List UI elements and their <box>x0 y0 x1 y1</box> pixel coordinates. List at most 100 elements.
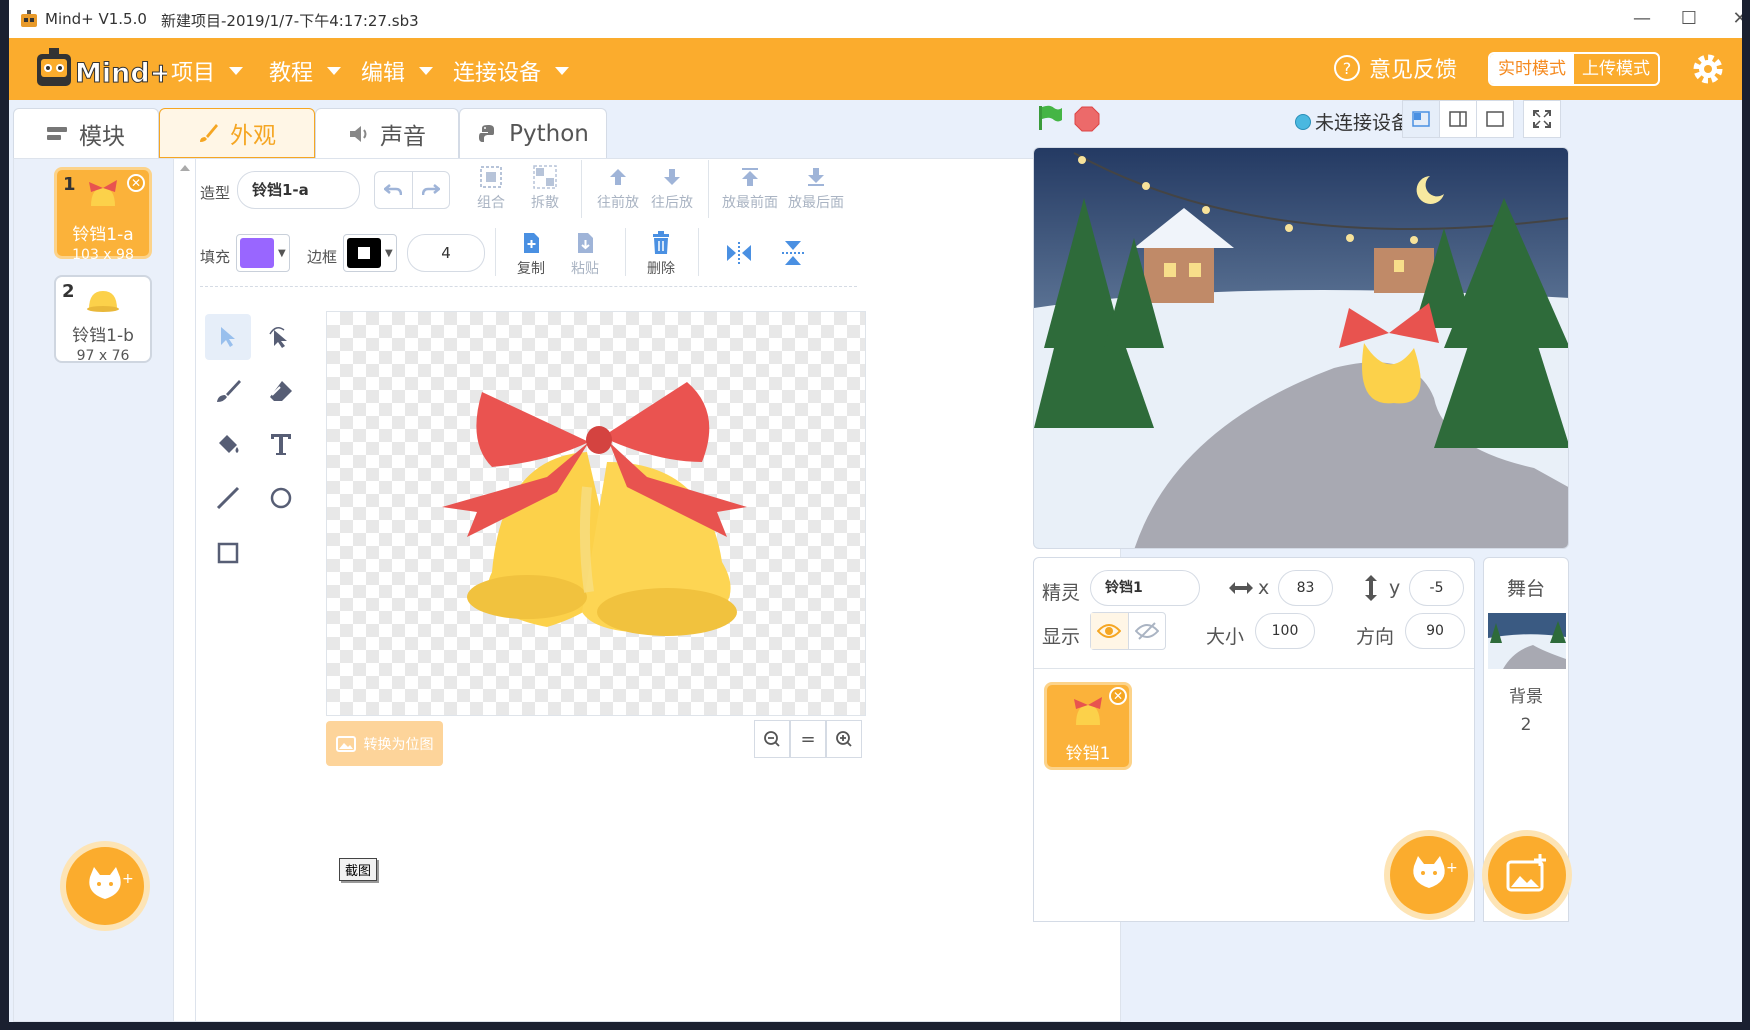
select-tool[interactable] <box>205 314 251 360</box>
undo-icon <box>384 184 403 196</box>
zoom-out-button[interactable] <box>754 720 790 758</box>
costume-name-input[interactable]: 铃铛1-a <box>237 171 360 209</box>
menu-connect-device[interactable]: 连接设备 <box>453 55 570 87</box>
delete-sprite-icon[interactable]: ✕ <box>1109 687 1127 705</box>
minimize-button[interactable]: — <box>1619 4 1665 34</box>
circle-tool[interactable] <box>258 475 304 521</box>
feedback-button[interactable]: ? 意见反馈 <box>1333 52 1457 84</box>
reshape-tool[interactable] <box>258 314 304 360</box>
circle-icon <box>270 487 292 509</box>
upload-mode-button[interactable]: 上传模式 <box>1574 54 1658 84</box>
backdrop-label: 背景 <box>1509 687 1543 707</box>
stage-title: 舞台 <box>1506 578 1545 600</box>
costume-list-scrollbar[interactable] <box>174 159 196 1021</box>
paste-button[interactable]: 粘贴 <box>555 228 615 278</box>
redo-button[interactable] <box>413 172 450 208</box>
show-sprite-button[interactable] <box>1091 613 1129 649</box>
costume-list: 1 ✕ 铃铛1-a 103 x 98 2 铃铛1-b 97 x 76 + <box>14 159 174 1021</box>
tab-python[interactable]: Python <box>459 108 607 158</box>
costume-item-1[interactable]: 1 ✕ 铃铛1-a 103 x 98 <box>54 167 152 263</box>
y-input[interactable]: -5 <box>1409 570 1464 606</box>
small-stage-button[interactable] <box>1402 100 1440 138</box>
paste-icon <box>578 233 593 253</box>
delete-button[interactable]: 删除 <box>631 228 691 278</box>
undo-redo-group <box>374 171 450 209</box>
vertical-arrows-icon <box>1365 575 1377 601</box>
scroll-up-icon[interactable] <box>179 165 190 171</box>
backdrop-count: 2 <box>1520 715 1532 735</box>
bring-to-front-button[interactable]: 放最前面 <box>716 162 784 212</box>
fill-tool[interactable] <box>205 421 251 467</box>
brush-tool[interactable] <box>205 368 251 414</box>
ungroup-button[interactable]: 拆散 <box>515 162 575 212</box>
outline-width-input[interactable]: 4 <box>407 234 485 272</box>
flip-horizontal-button[interactable] <box>725 239 753 267</box>
green-flag-icon[interactable] <box>1036 104 1064 132</box>
undo-button[interactable] <box>375 172 413 208</box>
maximize-button[interactable]: ☐ <box>1666 4 1712 34</box>
eraser-tool[interactable] <box>258 368 304 414</box>
flip-vertical-button[interactable] <box>779 239 807 267</box>
trash-icon <box>653 231 669 254</box>
tab-python-label: Python <box>509 120 589 147</box>
backward-button[interactable]: 往后放 <box>642 162 702 212</box>
send-to-back-button[interactable]: 放最后面 <box>782 162 850 212</box>
tab-sounds[interactable]: 声音 <box>315 108 459 158</box>
direction-input[interactable]: 90 <box>1405 613 1465 649</box>
group-button[interactable]: 组合 <box>461 162 521 212</box>
sprite-name-input[interactable]: 铃铛1 <box>1090 570 1200 606</box>
rectangle-tool[interactable] <box>205 530 251 576</box>
tab-costumes[interactable]: 外观 <box>159 108 315 158</box>
ungroup-icon <box>533 165 557 189</box>
fill-color-picker[interactable]: ▼ <box>236 234 290 272</box>
costume-item-2[interactable]: 2 铃铛1-b 97 x 76 <box>54 275 152 364</box>
tab-blocks[interactable]: 模块 <box>13 108 159 158</box>
eraser-icon <box>270 381 292 401</box>
costume-name-label: 造型 <box>200 184 231 202</box>
line-tool[interactable] <box>205 475 251 521</box>
add-sprite-button[interactable]: + <box>1390 836 1468 914</box>
gear-icon[interactable] <box>1690 51 1726 87</box>
blocks-icon <box>47 126 67 140</box>
paint-canvas[interactable] <box>326 311 866 716</box>
brush-icon <box>217 380 241 402</box>
layout-small-icon <box>1412 111 1430 127</box>
fullscreen-button[interactable] <box>1523 100 1561 138</box>
menu-edit-label: 编辑 <box>361 61 406 86</box>
app-icon <box>21 10 37 27</box>
stage-canvas[interactable] <box>1033 147 1569 549</box>
text-icon <box>271 434 291 455</box>
text-tool[interactable] <box>258 421 304 467</box>
show-label: 显示 <box>1042 626 1081 648</box>
outline-color-swatch <box>347 238 381 268</box>
add-costume-button[interactable]: + <box>66 847 144 925</box>
normal-stage-button[interactable] <box>1439 100 1477 138</box>
copy-button[interactable]: 复制 <box>501 228 561 278</box>
x-input[interactable]: 83 <box>1278 570 1333 606</box>
outline-color-picker[interactable]: ▼ <box>343 234 397 272</box>
convert-to-bitmap-button[interactable]: 转换为位图 <box>326 721 443 766</box>
arrow-cursor-icon <box>221 327 235 347</box>
zoom-reset-button[interactable]: = <box>790 720 826 758</box>
svg-text:?: ? <box>1343 59 1352 78</box>
zoom-in-button[interactable] <box>826 720 862 758</box>
feedback-label: 意见反馈 <box>1369 58 1458 83</box>
size-label: 大小 <box>1206 626 1245 648</box>
menu-tutorial[interactable]: 教程 <box>269 55 342 87</box>
add-backdrop-button[interactable] <box>1488 836 1566 914</box>
realtime-mode-button[interactable]: 实时模式 <box>1490 54 1574 84</box>
menu-project[interactable]: 项目 <box>171 55 244 87</box>
close-button[interactable]: ✕ <box>1717 4 1742 34</box>
stop-icon[interactable] <box>1074 106 1100 132</box>
backdrop-thumbnail[interactable] <box>1488 613 1566 669</box>
delete-costume-icon[interactable]: ✕ <box>127 174 145 192</box>
sprite-item[interactable]: ✕ 铃铛1 <box>1044 682 1132 770</box>
menu-edit[interactable]: 编辑 <box>361 55 434 87</box>
large-stage-button[interactable] <box>1476 100 1514 138</box>
screenshot-tooltip: 截图 <box>339 858 378 881</box>
divider <box>708 160 709 218</box>
size-input[interactable]: 100 <box>1255 613 1315 649</box>
forward-button[interactable]: 往前放 <box>588 162 648 212</box>
hide-sprite-button[interactable] <box>1129 613 1166 649</box>
front-label: 放最前面 <box>722 195 778 211</box>
